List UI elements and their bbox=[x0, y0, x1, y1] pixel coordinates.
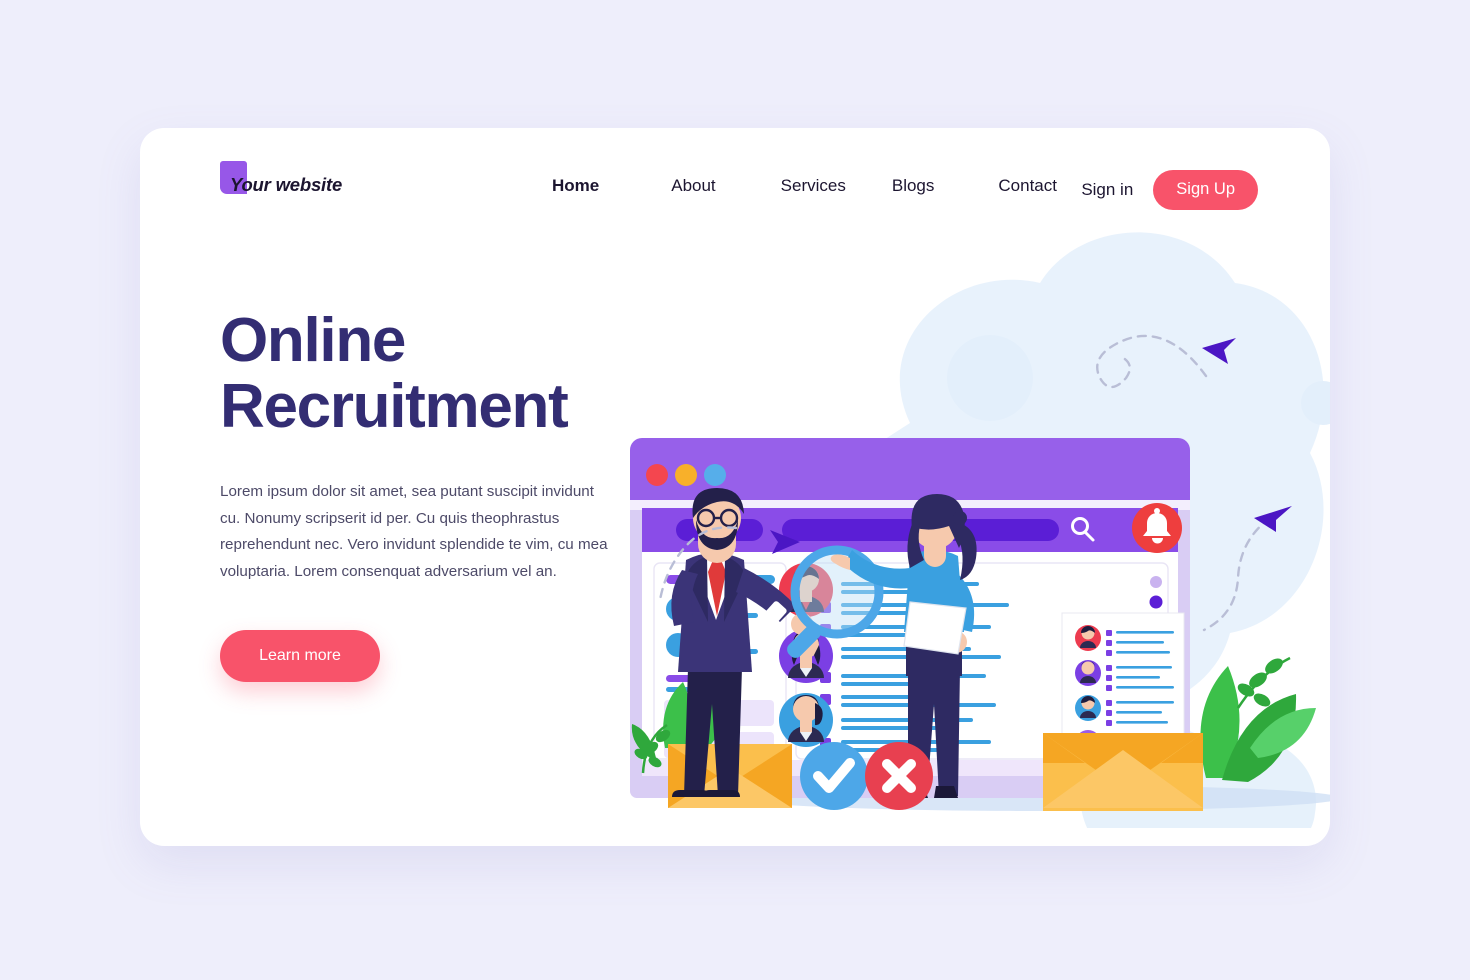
brand-name: Your website bbox=[230, 174, 343, 195]
envelope-right-with-resume bbox=[1043, 612, 1203, 811]
hero-title-line-1: Online bbox=[220, 306, 406, 375]
window-dot-yellow bbox=[675, 464, 697, 486]
window-dot-red bbox=[646, 464, 668, 486]
hero-paragraph: Lorem ipsum dolor sit amet, sea putant s… bbox=[220, 482, 608, 581]
nav-link-home[interactable]: Home bbox=[552, 176, 599, 196]
window-dot-blue bbox=[704, 464, 726, 486]
candidate-avatar-3 bbox=[779, 693, 833, 747]
hero-title-line-2: Recruitment bbox=[220, 372, 569, 442]
hero-section: Online Recruitment Lorem ipsum dolor sit … bbox=[220, 306, 650, 683]
landing-page-card: Your website Home About Services Blogs C… bbox=[140, 128, 1330, 846]
online-recruitment-illustration bbox=[610, 188, 1330, 828]
page-title: Online Recruitment bbox=[220, 306, 650, 442]
approve-badge bbox=[800, 742, 868, 810]
notification-bell-badge bbox=[1132, 503, 1182, 553]
learn-more-button[interactable]: Learn more bbox=[220, 630, 380, 683]
reject-badge bbox=[865, 742, 933, 810]
brand-logo[interactable]: Your website bbox=[220, 161, 343, 202]
